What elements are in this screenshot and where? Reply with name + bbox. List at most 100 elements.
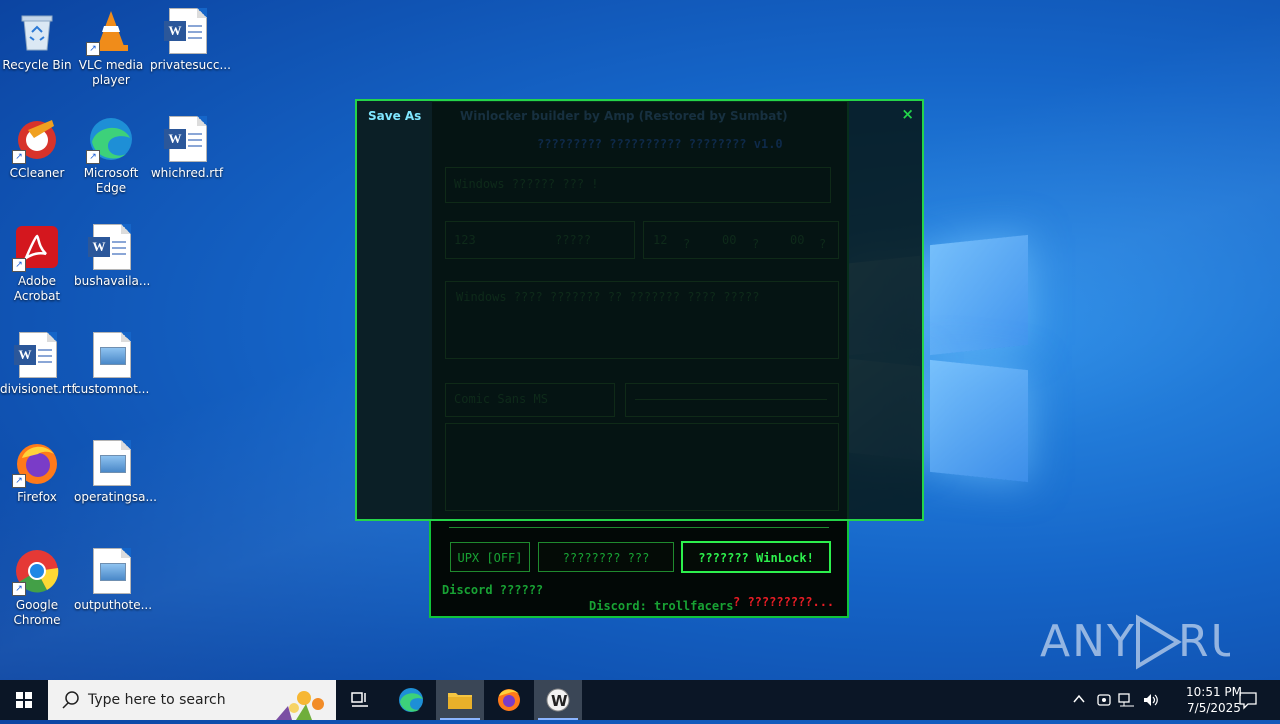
search-placeholder: Type here to search xyxy=(88,692,226,708)
start-button[interactable] xyxy=(0,680,48,720)
icon-label: whichred.rtf xyxy=(150,166,224,180)
meet-now-icon[interactable] xyxy=(1096,692,1112,712)
builder-header: ????????? ?????????? ???????? v1.0 xyxy=(537,137,783,151)
icon-label: bushavaila... xyxy=(74,274,151,288)
icon-label: divisionet.rtf xyxy=(0,382,76,396)
timer-seconds: 00 xyxy=(790,233,805,247)
save-as-dialog: Save As × Winlocker builder by Amp (Rest… xyxy=(355,99,924,521)
desktop-icon-divisionet[interactable]: W divisionet.rtf xyxy=(0,332,76,397)
desktop-icon-microsoft-edge[interactable]: ↗ Microsoft Edge xyxy=(74,116,148,196)
about-link[interactable]: ? ?????????... xyxy=(733,595,834,609)
taskbar-edge[interactable] xyxy=(387,680,435,720)
icon-label: outputhote... xyxy=(74,598,153,612)
taskbar: Type here to search W 10:51 PM 7/5/2025 xyxy=(0,680,1280,720)
clock-date: 7/5/2025 xyxy=(1187,701,1241,715)
options-group xyxy=(445,423,839,511)
font-select-value: Comic Sans MS xyxy=(454,392,548,406)
desktop-icon-firefox[interactable]: ↗ Firefox xyxy=(0,440,74,505)
icon-label: customnot... xyxy=(74,382,150,396)
icon-label: Microsoft Edge xyxy=(83,166,139,195)
taskbar-file-explorer[interactable] xyxy=(436,680,484,720)
desktop-icon-privatesucc[interactable]: W privatesucc... xyxy=(150,8,231,73)
winlocker-title: Winlocker builder by Amp (Restored by Su… xyxy=(460,109,788,123)
opacity-slider-track xyxy=(635,399,827,400)
svg-text:W: W xyxy=(551,692,568,710)
desktop-icon-vlc[interactable]: ↗ VLC media player xyxy=(74,8,148,88)
search-icon xyxy=(62,691,79,709)
image-file-icon xyxy=(88,548,134,594)
word-document-icon: W xyxy=(164,116,210,162)
firefox-icon xyxy=(498,689,520,711)
image-file-icon xyxy=(88,332,134,378)
timer-seconds-unit: ? xyxy=(819,237,827,251)
opacity-slider-group xyxy=(625,383,839,417)
desktop-icon-google-chrome[interactable]: ↗ Google Chrome xyxy=(0,548,74,628)
anyrun-watermark: ANY RUN xyxy=(1040,612,1278,683)
discord-label: Discord ?????? xyxy=(442,583,544,597)
icon-label: Adobe Acrobat xyxy=(13,274,61,303)
upx-toggle-button[interactable]: UPX [OFF] xyxy=(450,542,530,572)
icon-label: privatesucc... xyxy=(150,58,231,72)
edge-icon xyxy=(399,688,423,712)
timer-group xyxy=(643,221,839,259)
network-icon[interactable] xyxy=(1118,692,1136,712)
desktop-icon-customnot[interactable]: customnot... xyxy=(74,332,150,397)
acrobat-icon: ↗ xyxy=(12,224,60,272)
desktop-icon-adobe-acrobat[interactable]: ↗ Adobe Acrobat xyxy=(0,224,74,304)
desktop-icon-ccleaner[interactable]: ↗ CCleaner xyxy=(0,116,74,181)
divider xyxy=(449,527,829,528)
volume-icon[interactable] xyxy=(1142,692,1160,712)
taskbar-winlocker[interactable]: W xyxy=(534,680,582,720)
timer-hours-unit: ? xyxy=(683,237,691,251)
ccleaner-icon: ↗ xyxy=(12,116,60,164)
folder-icon xyxy=(448,693,472,709)
save-as-sidebar xyxy=(357,101,432,519)
taskbar-clock[interactable]: 10:51 PM 7/5/2025 xyxy=(1186,684,1242,716)
icon-label: Recycle Bin xyxy=(2,58,72,72)
timer-minutes: 00 xyxy=(722,233,737,247)
edge-icon: ↗ xyxy=(86,116,134,164)
close-icon[interactable]: × xyxy=(901,105,914,123)
desktop-icon-whichred[interactable]: W whichred.rtf xyxy=(150,116,224,181)
timer-minutes-unit: ? xyxy=(752,237,760,251)
task-view-button[interactable] xyxy=(336,680,384,720)
word-document-icon: W xyxy=(88,224,134,270)
notifications-icon[interactable] xyxy=(1238,690,1258,714)
desktop-icon-recycle-bin[interactable]: Recycle Bin xyxy=(0,8,74,73)
show-hidden-icons-chevron-up-icon[interactable] xyxy=(1072,692,1086,710)
chrome-icon: ↗ xyxy=(12,548,60,596)
timer-hours: 12 xyxy=(653,233,668,247)
icon-label: VLC media player xyxy=(78,58,144,87)
desktop-icon-bushavaila[interactable]: W bushavaila... xyxy=(74,224,151,289)
desktop-icon-operatingsa[interactable]: operatingsa... xyxy=(74,440,157,505)
desktop-icon-outputhote[interactable]: outputhote... xyxy=(74,548,152,613)
image-file-icon xyxy=(88,440,134,486)
firefox-icon: ↗ xyxy=(12,440,60,488)
clock-time: 10:51 PM xyxy=(1186,685,1242,699)
winlocker-app-icon: W xyxy=(546,688,570,712)
build-winlock-button[interactable]: ??????? WinLock! xyxy=(681,541,831,573)
search-flowers-decoration-icon xyxy=(276,691,324,720)
word-document-icon: W xyxy=(164,8,210,54)
anyrun-logo: ANY RUN xyxy=(1040,614,1278,670)
icon-label: operatingsa... xyxy=(74,490,157,504)
task-view-icon xyxy=(351,692,368,707)
code-value: 123 xyxy=(454,233,476,247)
taskbar-search-box[interactable]: Type here to search xyxy=(48,680,336,720)
icon-label: Firefox xyxy=(17,490,57,504)
svg-text:ANY: ANY xyxy=(1040,616,1136,667)
vlc-cone-icon: ↗ xyxy=(86,8,134,56)
svg-text:RUN: RUN xyxy=(1178,616,1230,667)
message-text: Windows ???? ??????? ?? ??????? ???? ???… xyxy=(456,290,760,304)
icon-label: CCleaner xyxy=(9,166,65,180)
window-text-value: Windows ?????? ??? ! xyxy=(454,177,599,191)
icon-label: Google Chrome xyxy=(13,598,61,627)
taskbar-firefox[interactable] xyxy=(485,680,533,720)
discord-contact: Discord: trollfacers xyxy=(589,599,734,613)
save-as-title: Save As xyxy=(368,109,422,123)
windows-start-icon xyxy=(16,692,32,708)
recycle-bin-icon xyxy=(14,8,60,54)
test-button[interactable]: ???????? ??? xyxy=(538,542,674,572)
code-label: ????? xyxy=(555,233,592,247)
word-document-icon: W xyxy=(14,332,60,378)
